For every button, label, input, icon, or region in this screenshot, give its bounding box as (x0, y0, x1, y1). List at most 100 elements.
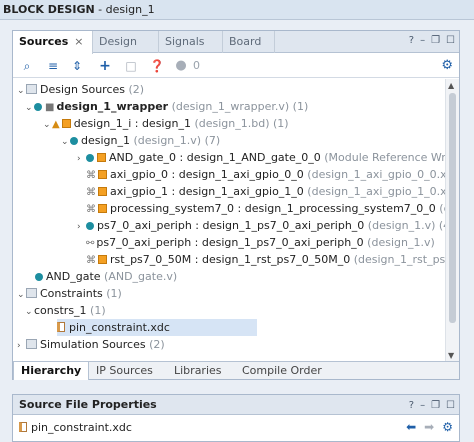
tree-label: constrs_1 (34, 304, 87, 317)
properties-file: pin_constraint.xdc (19, 421, 132, 434)
restore-icon[interactable]: ❐ (431, 400, 440, 411)
tab-design[interactable]: Design (93, 31, 159, 53)
properties-toolbar: ⬅ ➡ ⚙ (398, 420, 453, 434)
window-title-rest: - design_1 (94, 3, 155, 16)
tree-meta: (design_1_wrapper.v) (1) (168, 100, 309, 113)
collapse-all-icon[interactable]: ≡ (45, 58, 61, 74)
minimize-icon[interactable]: – (420, 400, 425, 411)
tab-libraries[interactable]: Libraries (167, 362, 229, 380)
chevron-down-icon[interactable]: ⌄ (61, 134, 70, 151)
help-icon[interactable]: ? (409, 35, 414, 46)
tree-label: AND_gate (46, 270, 101, 283)
tree-count: (1) (102, 287, 122, 300)
close-icon[interactable]: × (74, 35, 83, 48)
tree-meta: (design_1.bd) (1) (190, 117, 289, 130)
block-design-icon: ▲ (52, 119, 60, 130)
restore-icon[interactable]: ❐ (431, 35, 440, 46)
scroll-down-icon[interactable]: ▼ (448, 351, 454, 360)
ip-core-icon: ⌘ (86, 170, 96, 181)
gear-icon[interactable]: ⚙ (441, 58, 453, 73)
chevron-down-icon[interactable]: ⌄ (43, 117, 52, 134)
scroll-up-icon[interactable]: ▲ (448, 81, 454, 90)
tree-label: Constraints (40, 287, 103, 300)
tree-label: design_1_wrapper (56, 100, 169, 113)
ip-core-icon: ⌘ (86, 255, 96, 266)
chevron-right-icon[interactable]: › (77, 219, 86, 236)
properties-file-name: pin_constraint.xdc (31, 421, 132, 434)
properties-title: Source File Properties (13, 395, 459, 415)
tree-meta: (AND_gate.v) (100, 270, 178, 283)
tree-item-pin-constraint[interactable]: pin_constraint.xdc (57, 319, 257, 336)
chevron-right-icon[interactable]: › (17, 338, 26, 355)
add-sources-icon[interactable]: + (97, 58, 113, 74)
tree-item-design-1[interactable]: ⌄ design_1 (design_1.v) (7) (61, 132, 220, 149)
link-icon: ⚯ (86, 238, 95, 249)
tree-label: ps7_0_axi_periph : design_1_ps7_0_axi_pe… (97, 219, 365, 232)
ip-icon (98, 255, 107, 264)
tree-item-axi-gpio-1[interactable]: ⌘ axi_gpio_1 : design_1_axi_gpio_1_0 (des… (86, 183, 445, 200)
tree-item-rst-ps7[interactable]: ⌘ rst_ps7_0_50M : design_1_rst_ps7_0_50M_… (86, 251, 445, 268)
minimize-icon[interactable]: – (420, 35, 425, 46)
tree-item-ps7-axi-periph[interactable]: › ps7_0_axi_periph : design_1_ps7_0_axi_p… (77, 217, 445, 234)
tree-label: design_1_i : design_1 (73, 117, 191, 130)
panel-tabbar: Sources × Design Signals Board ? – ❐ ☐ (13, 31, 459, 54)
scrollbar-thumb[interactable] (449, 93, 456, 323)
module-icon (34, 103, 42, 111)
back-arrow-icon[interactable]: ⬅ (406, 420, 416, 434)
tree-meta: (design_1.v) (363, 236, 435, 249)
tree-meta: (design_1.v) (4) (367, 219, 445, 232)
tree-item-processing-system[interactable]: ⌘ processing_system7_0 : design_1_process… (86, 200, 445, 217)
ip-core-icon: ⌘ (86, 204, 96, 215)
ip-icon (97, 153, 106, 162)
tab-compile-order[interactable]: Compile Order (235, 362, 329, 380)
tree-item-design-1-i[interactable]: ⌄▲ design_1_i : design_1 (design_1.bd) (1… (43, 115, 289, 132)
forward-arrow-icon: ➡ (424, 420, 435, 434)
status-dot-icon: ● (175, 58, 187, 73)
source-file-properties-panel: Source File Properties ? – ❐ ☐ pin_constrai… (12, 394, 460, 442)
tree-item-constraints[interactable]: ⌄ Constraints (1) (17, 285, 122, 302)
maximize-icon[interactable]: ☐ (446, 400, 455, 411)
chevron-down-icon[interactable]: ⌄ (25, 304, 34, 321)
sources-tree: ⌄ Design Sources (2) ⌄ ■ design_1_wrapper (… (13, 79, 445, 362)
tree-item-design-sources[interactable]: ⌄ Design Sources (2) (17, 81, 144, 98)
tree-label: processing_system7_0 : design_1_processi… (110, 202, 436, 215)
vertical-scrollbar[interactable]: ▲ ▼ (445, 79, 459, 362)
bd-icon (61, 119, 71, 128)
ip-icon (98, 170, 107, 179)
disabled-file-icon: □ (125, 59, 137, 73)
tree-item-ps7-axi-periph-ref[interactable]: ⚯ ps7_0_axi_periph : design_1_ps7_0_axi_p… (86, 234, 435, 251)
tree-label: Design Sources (40, 83, 125, 96)
gear-icon[interactable]: ⚙ (442, 420, 453, 434)
expand-all-icon[interactable]: ⇕ (69, 58, 85, 74)
help-icon[interactable]: ? (409, 400, 414, 411)
tab-signals[interactable]: Signals (159, 31, 223, 53)
tab-sources-label: Sources (19, 35, 69, 48)
tree-item-wrapper[interactable]: ⌄ ■ design_1_wrapper (design_1_wrapper.v) … (25, 98, 308, 115)
window-controls: ? – ❐ ☐ (403, 35, 455, 46)
window-title-bold: BLOCK DESIGN (3, 3, 95, 16)
search-icon[interactable]: ⌕ (19, 58, 35, 74)
ip-icon (98, 187, 107, 196)
chevron-right-icon[interactable]: › (77, 151, 86, 168)
tree-meta: (design_1.v) (7) (130, 134, 221, 147)
tab-sources[interactable]: Sources × (13, 31, 93, 54)
tree-item-constrs-1[interactable]: ⌄constrs_1 (1) (25, 302, 106, 319)
chevron-down-icon[interactable]: ⌄ (25, 100, 34, 117)
tab-board[interactable]: Board (223, 31, 275, 53)
top-module-icon: ■ (45, 102, 55, 113)
tree-item-axi-gpio-0[interactable]: ⌘ axi_gpio_0 : design_1_axi_gpio_0_0 (des… (86, 166, 445, 183)
tree-meta: (design_1_axi_gpio_0_0.xci) (303, 168, 445, 181)
tree-count: (2) (145, 338, 165, 351)
tree-count: (1) (86, 304, 106, 317)
xdc-file-icon (57, 322, 65, 332)
tree-item-and-gate-0[interactable]: › AND_gate_0 : design_1_AND_gate_0_0 (Mod… (77, 149, 445, 166)
window-title-bar: BLOCK DESIGN - design_1 (0, 0, 474, 20)
tree-label: design_1 (81, 134, 130, 147)
maximize-icon[interactable]: ☐ (446, 35, 455, 46)
tree-label: Simulation Sources (40, 338, 146, 351)
tab-ip-sources[interactable]: IP Sources (89, 362, 160, 380)
tree-count: (2) (125, 83, 145, 96)
tree-item-and-gate[interactable]: AND_gate (AND_gate.v) (35, 268, 177, 285)
tree-item-simulation-sources[interactable]: › Simulation Sources (2) (17, 336, 165, 353)
tab-hierarchy[interactable]: Hierarchy (13, 362, 90, 380)
